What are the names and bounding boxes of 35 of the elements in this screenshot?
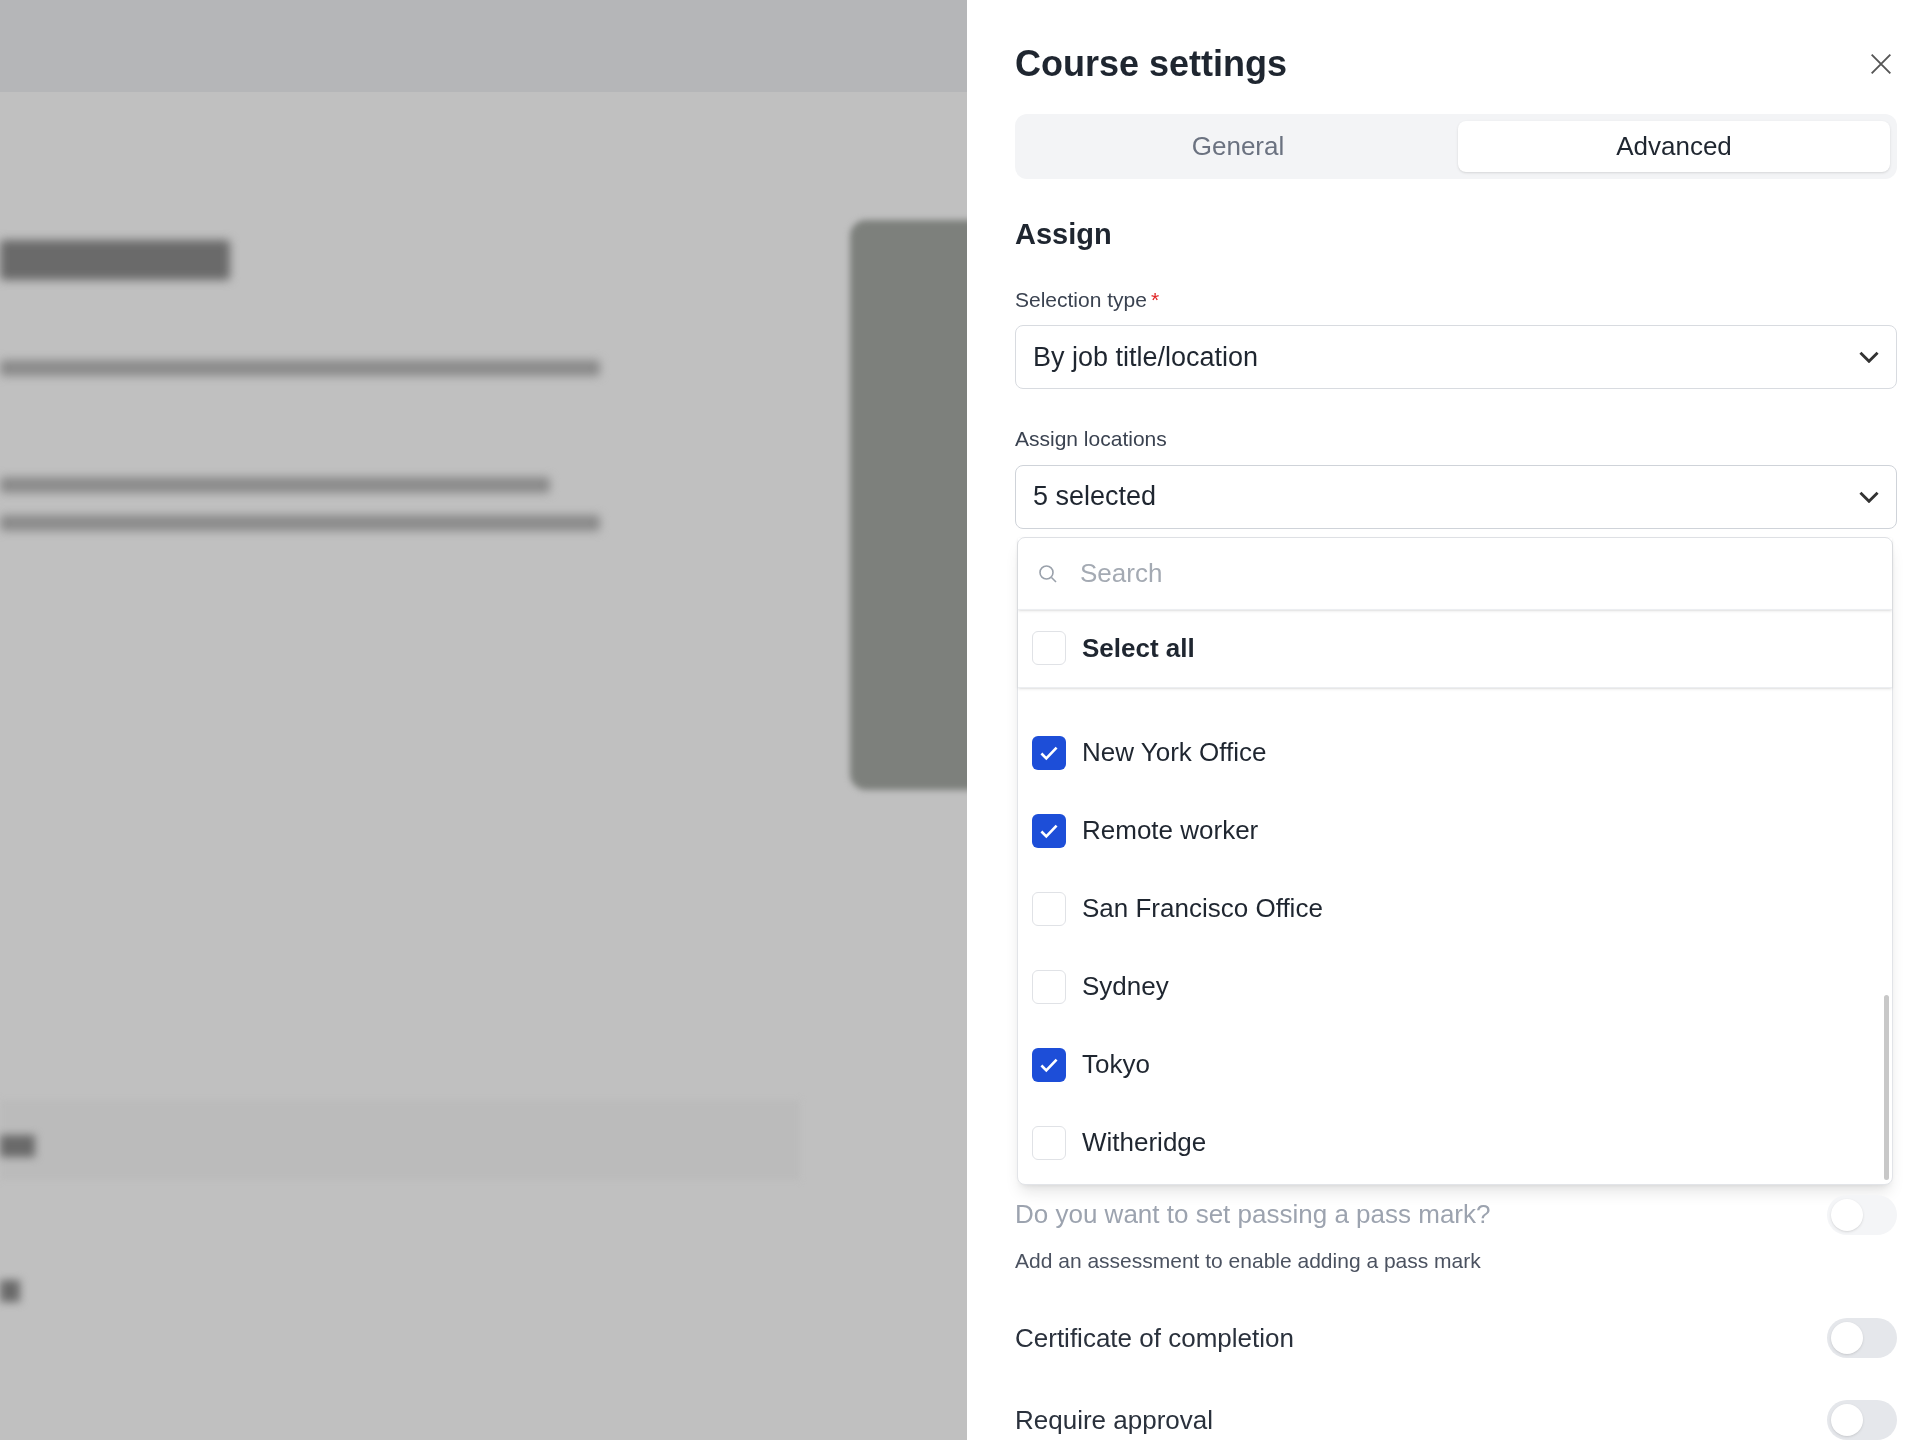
search-field[interactable]: Search <box>1018 537 1892 609</box>
setting-label: Do you want to set passing a pass mark? <box>1015 1198 1491 1231</box>
checkbox[interactable] <box>1032 1047 1066 1082</box>
option-label: Remote worker <box>1082 814 1259 847</box>
checkbox[interactable] <box>1032 813 1066 848</box>
required-mark: * <box>1150 286 1160 313</box>
toggle-switch[interactable] <box>1827 1400 1897 1440</box>
checkbox[interactable] <box>1032 631 1066 665</box>
checkbox[interactable] <box>1032 735 1066 770</box>
assign-locations-select[interactable]: 5 selected <box>1015 464 1897 529</box>
option-label: Witheridge <box>1082 1126 1207 1159</box>
option-label: San Francisco Office <box>1082 892 1323 925</box>
scrollbar-thumb[interactable] <box>1884 994 1889 1180</box>
field-label: Assign locations <box>1015 426 1168 453</box>
section-heading: Assign <box>1015 216 1113 252</box>
setting-label: Require approval <box>1015 1403 1213 1437</box>
tab[interactable]: General <box>1022 121 1454 172</box>
option-label: Sydney <box>1082 970 1169 1003</box>
toggle-switch[interactable] <box>1827 1318 1897 1358</box>
option-label: Tokyo <box>1082 1048 1150 1081</box>
tab[interactable]: Advanced <box>1458 121 1890 172</box>
option-label: New York Office <box>1082 736 1267 769</box>
option-label: Select all <box>1082 631 1195 665</box>
chevron-down-icon <box>1859 351 1879 364</box>
chevron-down-icon <box>1859 490 1879 503</box>
select-value: By job title/location <box>1033 341 1259 375</box>
selection-type-select[interactable]: By job title/location <box>1015 325 1897 390</box>
checkbox[interactable] <box>1032 891 1066 926</box>
field-label: Selection type <box>1015 286 1147 313</box>
setting-label: Certificate of completion <box>1015 1321 1294 1355</box>
checkbox[interactable] <box>1032 969 1066 1004</box>
panel-title: Course settings <box>1015 42 1288 86</box>
select-value: 5 selected <box>1033 480 1157 514</box>
checkbox[interactable] <box>1032 1125 1066 1160</box>
hint-text: Add an assessment to enable adding a pass mark <box>1015 1247 1482 1274</box>
